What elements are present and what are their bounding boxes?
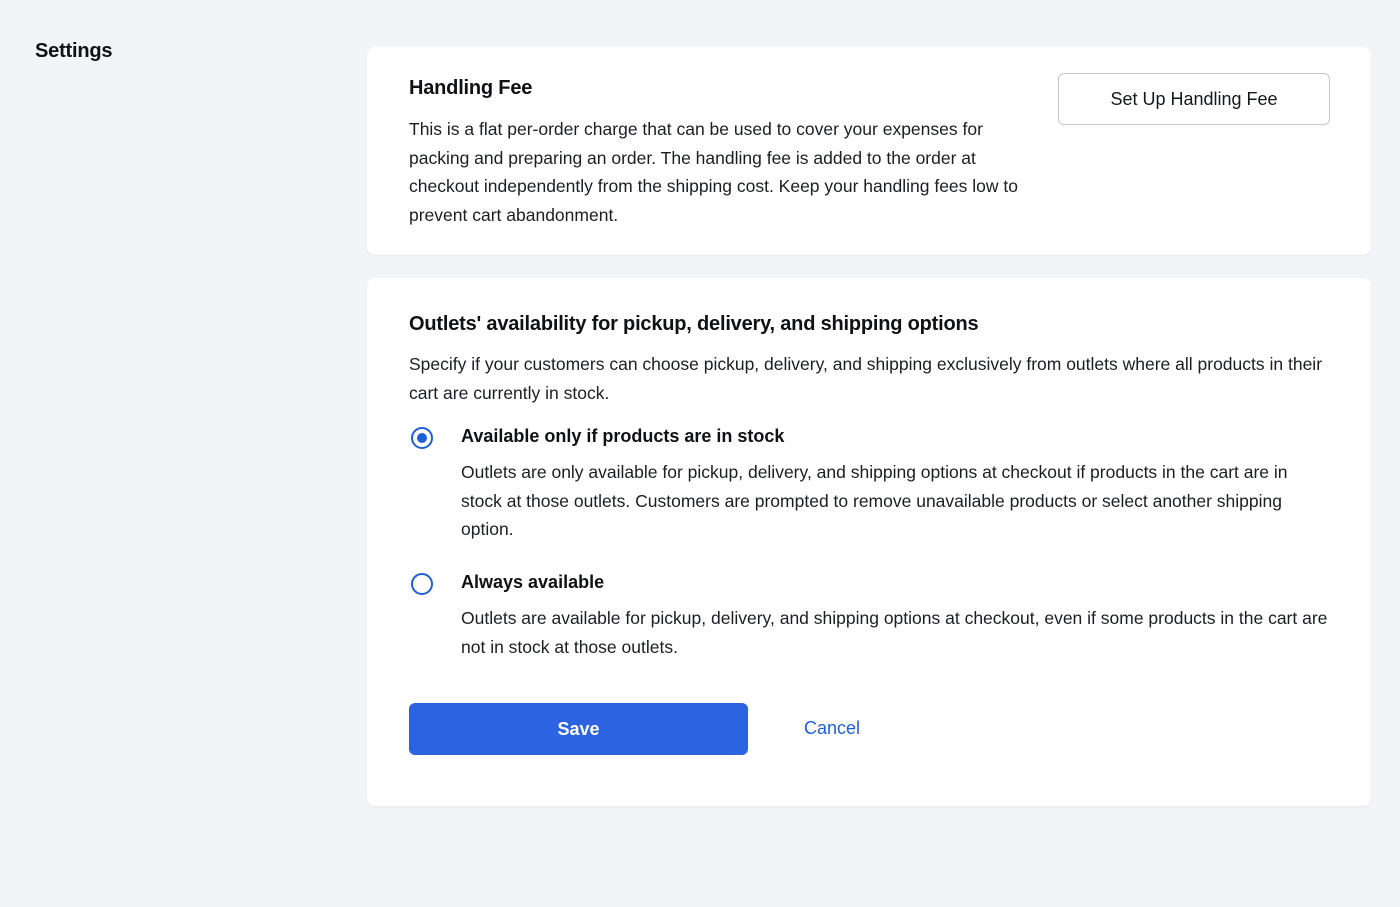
outlets-availability-card: Outlets' availability for pickup, delive… (367, 278, 1371, 806)
outlets-availability-title: Outlets' availability for pickup, delive… (409, 313, 979, 335)
settings-page: Settings Handling Fee This is a flat per… (0, 0, 1400, 907)
handling-fee-description: This is a flat per-order charge that can… (409, 119, 1018, 226)
option-in-stock-only-label[interactable]: Available only if products are in stock (461, 426, 784, 447)
option-always-available-label[interactable]: Always available (461, 572, 604, 593)
outlets-availability-description: Specify if your customers can choose pic… (409, 354, 1323, 403)
save-button[interactable]: Save (409, 703, 748, 755)
option-always-available-description: Outlets are available for pickup, delive… (461, 608, 1328, 657)
radio-in-stock-only[interactable] (411, 427, 433, 449)
set-up-handling-fee-button[interactable]: Set Up Handling Fee (1058, 73, 1330, 125)
handling-fee-card: Handling Fee This is a flat per-order ch… (367, 47, 1371, 255)
option-in-stock-only-description: Outlets are only available for pickup, d… (461, 462, 1288, 540)
cancel-link[interactable]: Cancel (804, 718, 860, 739)
page-title: Settings (35, 40, 113, 62)
radio-always-available[interactable] (411, 573, 433, 595)
handling-fee-title: Handling Fee (409, 77, 533, 99)
